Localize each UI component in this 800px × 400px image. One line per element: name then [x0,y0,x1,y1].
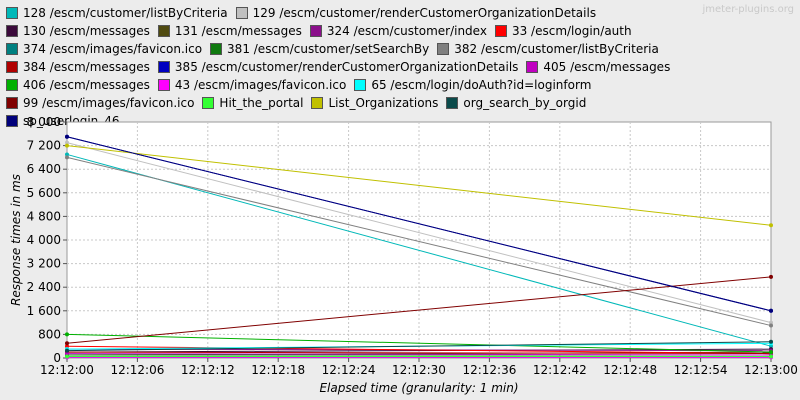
x-tick-label: 12:12:18 [251,363,305,377]
y-tick-label: 4 800 [27,209,61,223]
y-axis-title: Response times in ms [9,174,23,306]
data-point [65,155,69,160]
data-point [769,339,773,344]
y-tick-label: 6 400 [27,162,61,176]
x-tick-label: 12:12:00 [40,363,94,377]
y-tick-label: 8 000 [27,115,61,129]
y-tick-label: 4 000 [27,233,61,247]
data-point [65,348,69,353]
y-tick-label: 3 200 [27,257,61,271]
data-point [769,354,773,359]
data-point [65,332,69,337]
data-point [65,341,69,346]
x-tick-label: 12:12:54 [674,363,728,377]
data-point [65,354,69,359]
y-tick-label: 5 600 [27,186,61,200]
data-point [65,134,69,139]
y-tick-label: 2 400 [27,280,61,294]
x-tick-label: 12:12:12 [181,363,235,377]
data-point [769,223,773,228]
x-tick-label: 12:12:06 [110,363,164,377]
data-point [769,350,773,355]
y-tick-label: 1 600 [27,304,61,318]
y-tick-label: 7 200 [27,139,61,153]
y-tick-label: 800 [38,327,61,341]
data-point [769,308,773,313]
data-point [65,143,69,148]
x-tick-label: 12:12:48 [603,363,657,377]
x-tick-label: 12:12:24 [322,363,376,377]
x-axis-title: Elapsed time (granularity: 1 min) [319,381,518,395]
x-tick-label: 12:12:30 [392,363,446,377]
data-point [769,274,773,279]
x-tick-label: 12:13:00 [744,363,798,377]
x-tick-label: 12:12:36 [462,363,516,377]
x-tick-label: 12:12:42 [533,363,587,377]
chart-plot: 08001 6002 4003 2004 0004 8005 6006 4007… [9,115,798,395]
data-point [769,323,773,328]
